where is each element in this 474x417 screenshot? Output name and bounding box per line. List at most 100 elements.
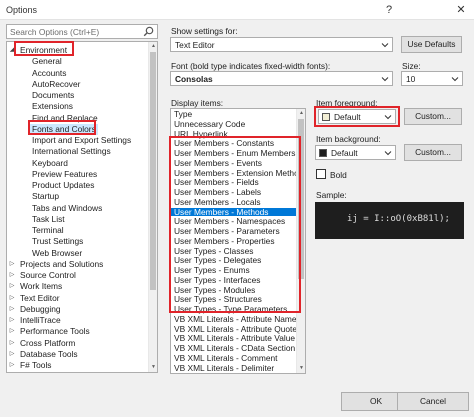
- scroll-up-icon[interactable]: ▲: [297, 109, 305, 118]
- list-item[interactable]: User Types - Structures: [171, 295, 297, 304]
- tree-item[interactable]: Find and Replace: [7, 113, 147, 124]
- tree-item[interactable]: Preview Features: [7, 169, 147, 180]
- close-button[interactable]: ✕: [452, 2, 470, 18]
- collapsed-arrow-icon[interactable]: ▷: [8, 349, 16, 360]
- collapsed-arrow-icon[interactable]: ▷: [8, 293, 16, 304]
- tree-item[interactable]: Startup: [7, 191, 147, 202]
- tree-item[interactable]: ▷ Debugging: [7, 304, 147, 315]
- display-items-list[interactable]: Type Unnecessary Code URL Hyperlink User Me…: [170, 108, 306, 374]
- font-combo[interactable]: Consolas: [170, 71, 393, 86]
- list-item[interactable]: VB XML Literals - Attribute Value: [171, 334, 297, 343]
- search-box[interactable]: [6, 24, 158, 39]
- size-combo[interactable]: 10: [401, 71, 463, 86]
- tree-item[interactable]: International Settings: [7, 146, 147, 157]
- tree-item[interactable]: Documents: [7, 90, 147, 101]
- tree-item-label: Work Items: [20, 281, 63, 292]
- scroll-down-icon[interactable]: ▼: [149, 363, 157, 372]
- collapsed-arrow-icon[interactable]: ▷: [8, 315, 16, 326]
- list-item[interactable]: User Types - Enums: [171, 266, 297, 275]
- tree-item[interactable]: Tabs and Windows: [7, 203, 147, 214]
- search-icon[interactable]: [143, 26, 154, 37]
- tree-item[interactable]: ▷ Projects and Solutions: [7, 259, 147, 270]
- tree-item[interactable]: Task List: [7, 214, 147, 225]
- list-item[interactable]: User Members - Constants: [171, 139, 297, 148]
- tree-item-label: Text Editor: [20, 292, 60, 303]
- tree-item[interactable]: ▷ IntelliTrace: [7, 315, 147, 326]
- tree-item[interactable]: Trust Settings: [7, 236, 147, 247]
- scroll-up-icon[interactable]: ▲: [149, 42, 157, 51]
- tree-item[interactable]: ▷ Source Control: [7, 270, 147, 281]
- chevron-down-icon: [384, 115, 392, 120]
- tree-item-label: IntelliTrace: [20, 315, 61, 325]
- tree-item[interactable]: ◢ Environment: [7, 45, 147, 56]
- tree-item[interactable]: AutoRecover: [7, 79, 147, 90]
- background-combo[interactable]: Default: [315, 145, 396, 160]
- collapsed-arrow-icon[interactable]: ▷: [8, 326, 16, 337]
- list-item[interactable]: VB XML Literals - CData Section: [171, 344, 297, 353]
- tree-item[interactable]: General: [7, 56, 147, 67]
- tree-item[interactable]: ▷ F# Tools: [7, 360, 147, 371]
- list-item[interactable]: User Types - Classes: [171, 246, 297, 256]
- list-item[interactable]: User Types - Modules: [171, 285, 297, 295]
- tree-item-label: Web Browser: [32, 247, 83, 258]
- tree-item[interactable]: ▷ Database Tools: [7, 349, 147, 360]
- scroll-thumb[interactable]: [150, 52, 156, 290]
- search-input[interactable]: [7, 25, 135, 38]
- tree-item[interactable]: Extensions: [7, 101, 147, 112]
- tree-item[interactable]: Keyboard: [7, 158, 147, 169]
- list-item[interactable]: User Members - Extension Methods: [171, 168, 305, 178]
- collapsed-arrow-icon[interactable]: ▷: [8, 270, 16, 281]
- scroll-thumb[interactable]: [298, 119, 304, 279]
- tree-item[interactable]: Web Browser: [7, 248, 147, 259]
- tree-scrollbar[interactable]: ▲ ▼: [148, 42, 157, 372]
- tree-item[interactable]: ▷ Performance Tools: [7, 326, 147, 337]
- tree-item[interactable]: Product Updates: [7, 180, 147, 191]
- list-item[interactable]: VB XML Literals - Comment: [171, 353, 297, 363]
- tree-item-label: Environment: [20, 45, 68, 55]
- tree-item[interactable]: Import and Export Settings: [7, 135, 147, 146]
- bold-checkbox[interactable]: [316, 169, 326, 179]
- list-item[interactable]: User Members - Methods: [171, 207, 297, 217]
- show-settings-combo[interactable]: Text Editor: [170, 37, 393, 52]
- list-item[interactable]: Type: [171, 110, 297, 119]
- items-scrollbar[interactable]: ▲ ▼: [296, 109, 305, 373]
- use-defaults-button[interactable]: Use Defaults: [401, 36, 462, 53]
- list-item[interactable]: VB XML Literals - Attribute Quotes: [171, 324, 301, 334]
- list-item[interactable]: User Types - Interfaces: [171, 275, 297, 285]
- list-item[interactable]: User Members - Properties: [171, 236, 297, 246]
- tree-item[interactable]: Fonts and Colors: [7, 123, 147, 136]
- list-item[interactable]: User Members - Parameters: [171, 227, 297, 236]
- tree-item[interactable]: Terminal: [7, 225, 147, 236]
- collapsed-arrow-icon[interactable]: ▷: [8, 338, 16, 349]
- tree-item[interactable]: ▷ Cross Platform: [7, 338, 147, 349]
- collapsed-arrow-icon[interactable]: ▷: [8, 281, 16, 292]
- list-item[interactable]: User Types - Delegates: [171, 256, 297, 265]
- tree-item[interactable]: ▷ Work Items: [7, 281, 147, 292]
- list-item[interactable]: VB XML Literals - Delimiter: [171, 363, 297, 373]
- tree-item[interactable]: ▷ Text Editor: [7, 293, 147, 304]
- collapsed-arrow-icon[interactable]: ▷: [8, 259, 16, 270]
- list-item[interactable]: User Members - Enum Members: [171, 149, 297, 158]
- list-item[interactable]: User Members - Labels: [171, 188, 297, 197]
- list-item[interactable]: Unnecessary Code: [171, 119, 297, 129]
- tree-item[interactable]: Accounts: [7, 68, 147, 79]
- expanded-arrow-icon[interactable]: ◢: [8, 45, 16, 56]
- tree-item-label: Product Updates: [32, 180, 95, 190]
- collapsed-arrow-icon[interactable]: ▷: [8, 304, 16, 315]
- list-item[interactable]: User Members - Events: [171, 158, 297, 168]
- help-button[interactable]: ?: [380, 2, 398, 18]
- custom-background-button[interactable]: Custom...: [404, 144, 462, 161]
- tree-item-label: Documents: [32, 90, 75, 100]
- foreground-value: Default: [334, 112, 361, 122]
- collapsed-arrow-icon[interactable]: ▷: [8, 360, 16, 371]
- cancel-button[interactable]: Cancel: [397, 392, 469, 411]
- list-item[interactable]: VB XML Literals - Attribute Name: [171, 314, 297, 324]
- list-item[interactable]: URL Hyperlink: [171, 129, 297, 139]
- scroll-down-icon[interactable]: ▼: [297, 364, 305, 373]
- custom-foreground-button[interactable]: Custom...: [404, 108, 462, 125]
- list-item[interactable]: User Members - Namespaces: [171, 217, 297, 226]
- list-item[interactable]: User Members - Fields: [171, 178, 297, 187]
- foreground-combo[interactable]: Default: [318, 109, 396, 124]
- list-item[interactable]: User Types - Type Parameters: [171, 305, 297, 314]
- list-item[interactable]: User Members - Locals: [171, 197, 297, 207]
